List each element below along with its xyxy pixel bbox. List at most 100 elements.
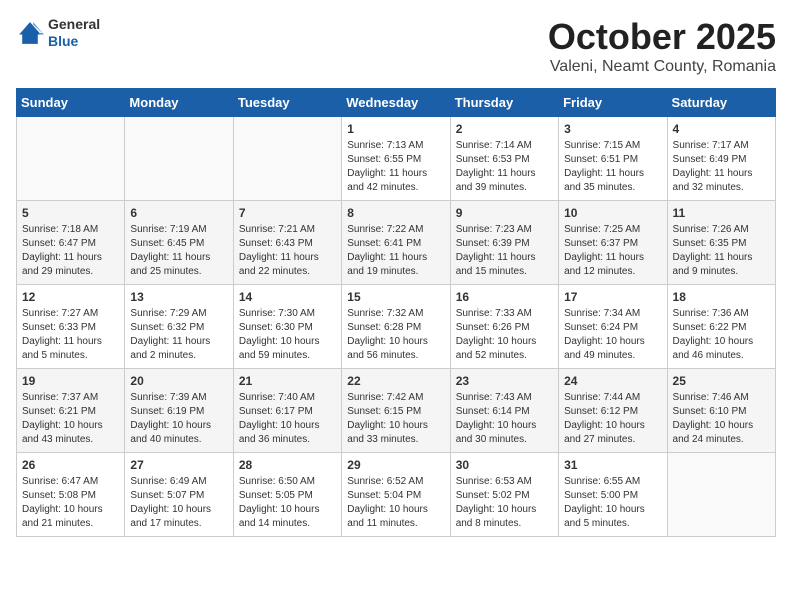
day-info: Sunrise: 7:23 AM Sunset: 6:39 PM Dayligh… bbox=[456, 223, 553, 279]
day-info: Sunrise: 7:32 AM Sunset: 6:28 PM Dayligh… bbox=[347, 307, 444, 363]
day-number: 10 bbox=[564, 206, 661, 220]
calendar-cell: 31Sunrise: 6:55 AM Sunset: 5:00 PM Dayli… bbox=[559, 453, 667, 537]
calendar-cell bbox=[17, 117, 125, 201]
calendar-cell: 3 Sunrise: 7:15 AM Sunset: 6:51 PM Daylig… bbox=[559, 117, 667, 201]
day-number: 17 bbox=[564, 290, 661, 304]
calendar-cell: 16Sunrise: 7:33 AM Sunset: 6:26 PM Dayli… bbox=[450, 285, 558, 369]
day-info: Sunrise: 6:50 AM Sunset: 5:05 PM Dayligh… bbox=[239, 475, 336, 531]
weekday-header-friday: Friday bbox=[559, 89, 667, 117]
day-info: Sunrise: 7:42 AM Sunset: 6:15 PM Dayligh… bbox=[347, 391, 444, 447]
calendar-cell bbox=[233, 117, 341, 201]
calendar-cell: 30Sunrise: 6:53 AM Sunset: 5:02 PM Dayli… bbox=[450, 453, 558, 537]
day-info: Sunrise: 7:17 AM Sunset: 6:49 PM Dayligh… bbox=[673, 139, 770, 195]
calendar-cell: 17 Sunrise: 7:34 AM Sunset: 6:24 PM Dayli… bbox=[559, 285, 667, 369]
calendar-cell: 26 Sunrise: 6:47 AM Sunset: 5:08 PM Dayli… bbox=[17, 453, 125, 537]
calendar-cell: 27 Sunrise: 6:49 AM Sunset: 5:07 PM Dayli… bbox=[125, 453, 233, 537]
day-number: 5 bbox=[22, 206, 119, 220]
day-info: Sunrise: 6:49 AM Sunset: 5:07 PM Dayligh… bbox=[130, 475, 227, 531]
day-info: Sunrise: 7:30 AM Sunset: 6:30 PM Dayligh… bbox=[239, 307, 336, 363]
calendar-week-2: 12Sunrise: 7:27 AM Sunset: 6:33 PM Dayli… bbox=[17, 285, 776, 369]
calendar-cell: 8Sunrise: 7:22 AM Sunset: 6:41 PM Daylig… bbox=[342, 201, 450, 285]
logo-icon bbox=[16, 19, 44, 47]
calendar-cell: 29Sunrise: 6:52 AM Sunset: 5:04 PM Dayli… bbox=[342, 453, 450, 537]
calendar-cell: 15 Sunrise: 7:32 AM Sunset: 6:28 PM Dayli… bbox=[342, 285, 450, 369]
day-info: Sunrise: 7:36 AM Sunset: 6:22 PM Dayligh… bbox=[673, 307, 770, 363]
calendar-cell: 28 Sunrise: 6:50 AM Sunset: 5:05 PM Dayli… bbox=[233, 453, 341, 537]
weekday-header-monday: Monday bbox=[125, 89, 233, 117]
day-info: Sunrise: 7:26 AM Sunset: 6:35 PM Dayligh… bbox=[673, 223, 770, 279]
calendar-cell: 4 Sunrise: 7:17 AM Sunset: 6:49 PM Daylig… bbox=[667, 117, 775, 201]
calendar-cell: 19 Sunrise: 7:37 AM Sunset: 6:21 PM Dayli… bbox=[17, 369, 125, 453]
calendar-cell: 10 Sunrise: 7:25 AM Sunset: 6:37 PM Dayli… bbox=[559, 201, 667, 285]
title-block: October 2025 Valeni, Neamt County, Roman… bbox=[548, 16, 776, 76]
calendar-week-1: 5 Sunrise: 7:18 AM Sunset: 6:47 PM Daylig… bbox=[17, 201, 776, 285]
day-info: Sunrise: 7:25 AM Sunset: 6:37 PM Dayligh… bbox=[564, 223, 661, 279]
calendar-cell: 14Sunrise: 7:30 AM Sunset: 6:30 PM Dayli… bbox=[233, 285, 341, 369]
day-info: Sunrise: 6:53 AM Sunset: 5:02 PM Dayligh… bbox=[456, 475, 553, 531]
day-number: 24 bbox=[564, 374, 661, 388]
weekday-header-sunday: Sunday bbox=[17, 89, 125, 117]
weekday-header-row: SundayMondayTuesdayWednesdayThursdayFrid… bbox=[17, 89, 776, 117]
day-info: Sunrise: 6:52 AM Sunset: 5:04 PM Dayligh… bbox=[347, 475, 444, 531]
calendar-cell: 22 Sunrise: 7:42 AM Sunset: 6:15 PM Dayli… bbox=[342, 369, 450, 453]
day-info: Sunrise: 7:21 AM Sunset: 6:43 PM Dayligh… bbox=[239, 223, 336, 279]
day-info: Sunrise: 7:34 AM Sunset: 6:24 PM Dayligh… bbox=[564, 307, 661, 363]
day-number: 21 bbox=[239, 374, 336, 388]
calendar-table: SundayMondayTuesdayWednesdayThursdayFrid… bbox=[16, 88, 776, 537]
calendar-cell: 11 Sunrise: 7:26 AM Sunset: 6:35 PM Dayli… bbox=[667, 201, 775, 285]
calendar-cell bbox=[125, 117, 233, 201]
calendar-cell: 9Sunrise: 7:23 AM Sunset: 6:39 PM Daylig… bbox=[450, 201, 558, 285]
day-info: Sunrise: 7:46 AM Sunset: 6:10 PM Dayligh… bbox=[673, 391, 770, 447]
day-number: 15 bbox=[347, 290, 444, 304]
day-number: 23 bbox=[456, 374, 553, 388]
day-info: Sunrise: 7:14 AM Sunset: 6:53 PM Dayligh… bbox=[456, 139, 553, 195]
day-number: 11 bbox=[673, 206, 770, 220]
calendar-cell: 13Sunrise: 7:29 AM Sunset: 6:32 PM Dayli… bbox=[125, 285, 233, 369]
calendar-cell: 7 Sunrise: 7:21 AM Sunset: 6:43 PM Daylig… bbox=[233, 201, 341, 285]
day-info: Sunrise: 7:37 AM Sunset: 6:21 PM Dayligh… bbox=[22, 391, 119, 447]
day-number: 6 bbox=[130, 206, 227, 220]
calendar-week-4: 26 Sunrise: 6:47 AM Sunset: 5:08 PM Dayli… bbox=[17, 453, 776, 537]
calendar-cell: 1Sunrise: 7:13 AM Sunset: 6:55 PM Daylig… bbox=[342, 117, 450, 201]
day-number: 22 bbox=[347, 374, 444, 388]
calendar-cell: 24Sunrise: 7:44 AM Sunset: 6:12 PM Dayli… bbox=[559, 369, 667, 453]
calendar-week-0: 1Sunrise: 7:13 AM Sunset: 6:55 PM Daylig… bbox=[17, 117, 776, 201]
day-number: 1 bbox=[347, 122, 444, 136]
day-number: 20 bbox=[130, 374, 227, 388]
day-number: 2 bbox=[456, 122, 553, 136]
calendar-week-3: 19 Sunrise: 7:37 AM Sunset: 6:21 PM Dayli… bbox=[17, 369, 776, 453]
day-info: Sunrise: 7:39 AM Sunset: 6:19 PM Dayligh… bbox=[130, 391, 227, 447]
calendar-cell: 25 Sunrise: 7:46 AM Sunset: 6:10 PM Dayli… bbox=[667, 369, 775, 453]
day-number: 25 bbox=[673, 374, 770, 388]
logo: General Blue bbox=[16, 16, 100, 50]
day-number: 18 bbox=[673, 290, 770, 304]
logo-blue-text: Blue bbox=[48, 33, 100, 50]
day-number: 4 bbox=[673, 122, 770, 136]
day-number: 27 bbox=[130, 458, 227, 472]
month-title: October 2025 bbox=[548, 16, 776, 58]
calendar-cell: 18 Sunrise: 7:36 AM Sunset: 6:22 PM Dayli… bbox=[667, 285, 775, 369]
day-info: Sunrise: 7:18 AM Sunset: 6:47 PM Dayligh… bbox=[22, 223, 119, 279]
day-number: 31 bbox=[564, 458, 661, 472]
day-info: Sunrise: 6:47 AM Sunset: 5:08 PM Dayligh… bbox=[22, 475, 119, 531]
weekday-header-tuesday: Tuesday bbox=[233, 89, 341, 117]
day-number: 3 bbox=[564, 122, 661, 136]
logo-general-text: General bbox=[48, 16, 100, 33]
day-info: Sunrise: 7:15 AM Sunset: 6:51 PM Dayligh… bbox=[564, 139, 661, 195]
day-number: 7 bbox=[239, 206, 336, 220]
day-info: Sunrise: 7:22 AM Sunset: 6:41 PM Dayligh… bbox=[347, 223, 444, 279]
calendar-cell: 6Sunrise: 7:19 AM Sunset: 6:45 PM Daylig… bbox=[125, 201, 233, 285]
day-number: 16 bbox=[456, 290, 553, 304]
calendar-cell: 21 Sunrise: 7:40 AM Sunset: 6:17 PM Dayli… bbox=[233, 369, 341, 453]
calendar-cell bbox=[667, 453, 775, 537]
calendar-cell: 12Sunrise: 7:27 AM Sunset: 6:33 PM Dayli… bbox=[17, 285, 125, 369]
day-info: Sunrise: 7:40 AM Sunset: 6:17 PM Dayligh… bbox=[239, 391, 336, 447]
weekday-header-thursday: Thursday bbox=[450, 89, 558, 117]
calendar-cell: 23Sunrise: 7:43 AM Sunset: 6:14 PM Dayli… bbox=[450, 369, 558, 453]
day-number: 12 bbox=[22, 290, 119, 304]
logo-text: General Blue bbox=[48, 16, 100, 50]
day-number: 28 bbox=[239, 458, 336, 472]
page-header: General Blue October 2025 Valeni, Neamt … bbox=[16, 16, 776, 76]
day-number: 26 bbox=[22, 458, 119, 472]
day-number: 19 bbox=[22, 374, 119, 388]
